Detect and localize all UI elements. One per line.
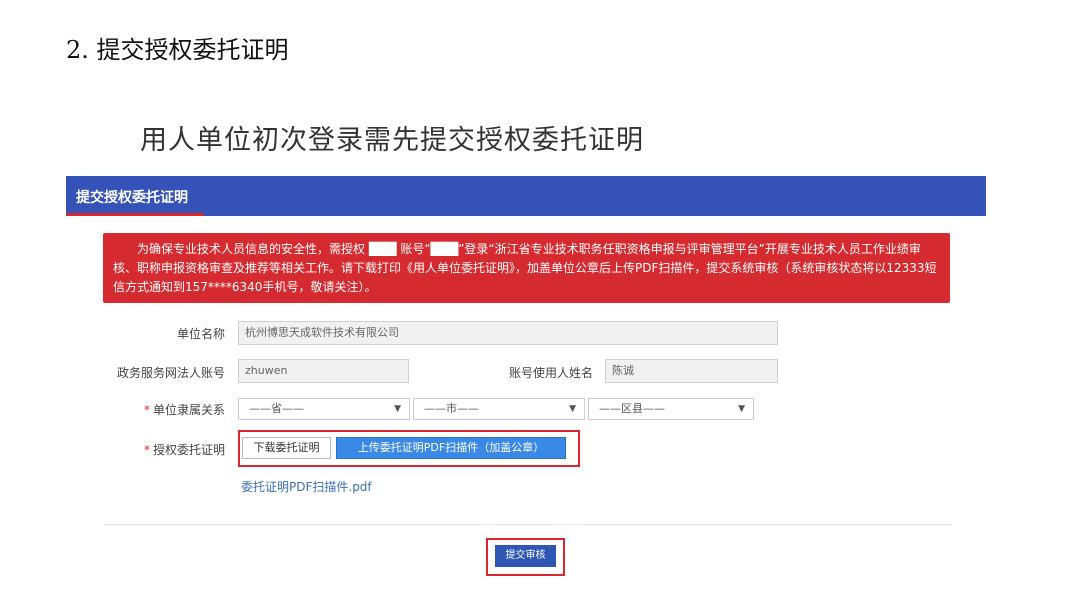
auth-label-text: 授权委托证明 <box>152 443 225 457</box>
province-select-value: ——省—— <box>249 402 304 415</box>
panel-title: 提交授权委托证明 <box>76 190 188 206</box>
affiliation-label-text: 单位隶属关系 <box>152 403 225 417</box>
chevron-down-icon: ▼ <box>738 404 745 414</box>
district-select[interactable]: ——区县—— ▼ <box>588 398 754 420</box>
unit-name-label: 单位名称 <box>176 327 225 341</box>
legal-account-field[interactable]: zhuwen <box>238 359 409 383</box>
download-proof-button[interactable]: 下载委托证明 <box>242 437 331 459</box>
notice-text: 为确保专业技术人员信息的安全性，需授权 ███ 账号“███”登录“浙江省专业技… <box>113 242 937 294</box>
province-select[interactable]: ——省—— ▼ <box>238 398 410 420</box>
document-heading: 2. 提交授权委托证明 <box>66 36 289 64</box>
uploaded-file-link[interactable]: 委托证明PDF扫描件.pdf <box>241 478 372 495</box>
account-user-label: 账号使用人姓名 <box>508 366 593 380</box>
legal-account-label: 政务服务网法人账号 <box>116 366 225 380</box>
city-select[interactable]: ——市—— ▼ <box>413 398 585 420</box>
document-subtitle: 用人单位初次登录需先提交授权委托证明 <box>140 125 644 156</box>
chevron-down-icon: ▼ <box>569 404 576 414</box>
panel-header: 提交授权委托证明 <box>66 176 986 216</box>
unit-name-field[interactable]: 杭州博思天成软件技术有限公司 <box>238 321 778 345</box>
auth-label: * 授权委托证明 <box>110 441 225 458</box>
required-mark: * <box>143 443 150 457</box>
required-mark: * <box>143 403 150 417</box>
notice-alert: 为确保专业技术人员信息的安全性，需授权 ███ 账号“███”登录“浙江省专业技… <box>103 233 950 303</box>
district-select-value: ——区县—— <box>599 402 665 415</box>
chevron-down-icon: ▼ <box>394 404 401 414</box>
account-user-field[interactable]: 陈诚 <box>605 359 778 383</box>
city-select-value: ——市—— <box>424 402 479 415</box>
affiliation-label: * 单位隶属关系 <box>110 401 225 418</box>
panel-title-underline <box>66 213 204 216</box>
divider <box>104 524 952 525</box>
upload-proof-button[interactable]: 上传委托证明PDF扫描件（加盖公章） <box>336 437 566 459</box>
submit-button[interactable]: 提交审核 <box>495 545 556 567</box>
